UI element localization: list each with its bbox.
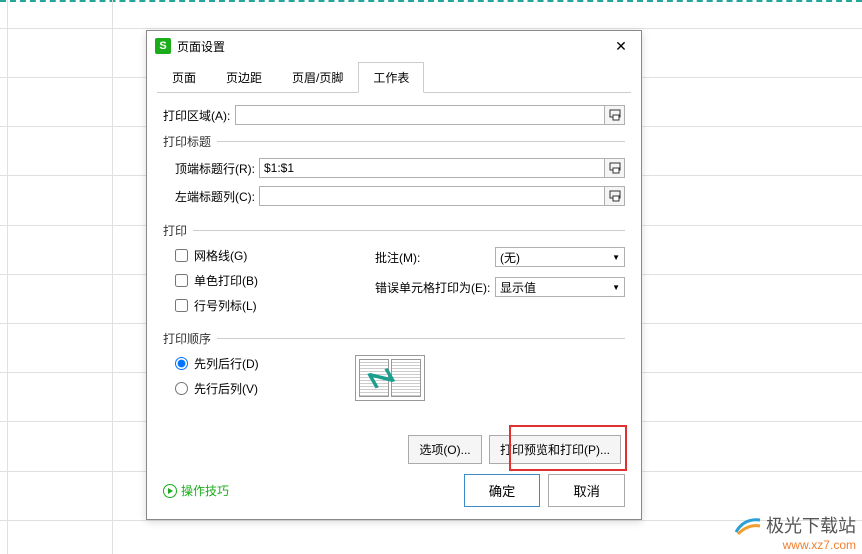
tab-margins[interactable]: 页边距 [211, 62, 277, 93]
app-icon: S [155, 38, 171, 54]
row-col-headings-checkbox[interactable] [175, 299, 188, 312]
print-area-range-button[interactable] [605, 105, 625, 125]
down-then-over-radio[interactable] [175, 357, 188, 370]
black-white-label: 单色打印(B) [194, 272, 258, 289]
print-area-label: 打印区域(A): [163, 107, 235, 124]
dialog-titlebar: S 页面设置 ✕ [147, 31, 641, 61]
comments-label: 批注(M): [375, 249, 495, 266]
print-order-legend: 打印顺序 [163, 330, 217, 347]
tab-sheet[interactable]: 工作表 [358, 62, 424, 93]
black-white-checkbox[interactable] [175, 274, 188, 287]
print-area-input[interactable] [235, 105, 605, 125]
watermark-logo-icon [734, 514, 762, 536]
page-setup-dialog: S 页面设置 ✕ 页面 页边距 页眉/页脚 工作表 打印区域(A): 打印标题 … [146, 30, 642, 520]
gridlines-label: 网格线(G) [194, 247, 247, 264]
options-button[interactable]: 选项(O)... [408, 435, 481, 464]
over-then-down-label: 先行后列(V) [194, 380, 258, 397]
print-preview-button[interactable]: 打印预览和打印(P)... [489, 435, 621, 464]
errors-value: 显示值 [500, 279, 536, 296]
print-group: 打印 网格线(G) 单色打印(B) 行号列标(L) [163, 222, 625, 322]
watermark: 极光下载站 www.xz7.com [734, 512, 856, 552]
top-row-label: 顶端标题行(R): [175, 160, 259, 177]
tabs: 页面 页边距 页眉/页脚 工作表 [157, 61, 631, 93]
row-col-headings-label: 行号列标(L) [194, 297, 257, 314]
down-then-over-label: 先列后行(D) [194, 355, 259, 372]
dialog-content: 打印区域(A): 打印标题 顶端标题行(R): 左端标题列(C): [147, 93, 641, 476]
print-legend: 打印 [163, 222, 193, 239]
left-col-input[interactable] [259, 186, 605, 206]
close-button[interactable]: ✕ [609, 34, 633, 58]
comments-dropdown[interactable]: (无) ▼ [495, 247, 625, 267]
print-titles-group: 打印标题 顶端标题行(R): 左端标题列(C): [163, 133, 625, 214]
ok-button[interactable]: 确定 [464, 474, 541, 507]
cancel-button[interactable]: 取消 [548, 474, 625, 507]
comments-value: (无) [500, 249, 520, 266]
print-order-diagram: Z [355, 355, 425, 401]
over-then-down-radio[interactable] [175, 382, 188, 395]
play-icon [163, 484, 177, 498]
print-titles-legend: 打印标题 [163, 133, 217, 150]
dialog-footer: 操作技巧 确定 取消 [147, 466, 641, 519]
range-select-icon [609, 109, 621, 121]
dialog-title: 页面设置 [177, 38, 609, 55]
watermark-url: www.xz7.com [734, 538, 856, 552]
print-order-group: 打印顺序 先列后行(D) 先行后列(V) Z [163, 330, 625, 405]
errors-label: 错误单元格打印为(E): [375, 279, 495, 296]
close-icon: ✕ [615, 38, 627, 55]
left-col-range-button[interactable] [605, 186, 625, 206]
tips-link[interactable]: 操作技巧 [163, 482, 229, 499]
left-col-label: 左端标题列(C): [175, 188, 259, 205]
watermark-text: 极光下载站 [766, 512, 856, 538]
range-select-icon [609, 190, 621, 202]
chevron-down-icon: ▼ [612, 253, 620, 262]
gridlines-checkbox[interactable] [175, 249, 188, 262]
top-row-input[interactable] [259, 158, 605, 178]
errors-dropdown[interactable]: 显示值 ▼ [495, 277, 625, 297]
top-row-range-button[interactable] [605, 158, 625, 178]
tab-header-footer[interactable]: 页眉/页脚 [277, 62, 358, 93]
chevron-down-icon: ▼ [612, 283, 620, 292]
tab-page[interactable]: 页面 [157, 62, 211, 93]
tips-label: 操作技巧 [181, 482, 229, 499]
range-select-icon [609, 162, 621, 174]
